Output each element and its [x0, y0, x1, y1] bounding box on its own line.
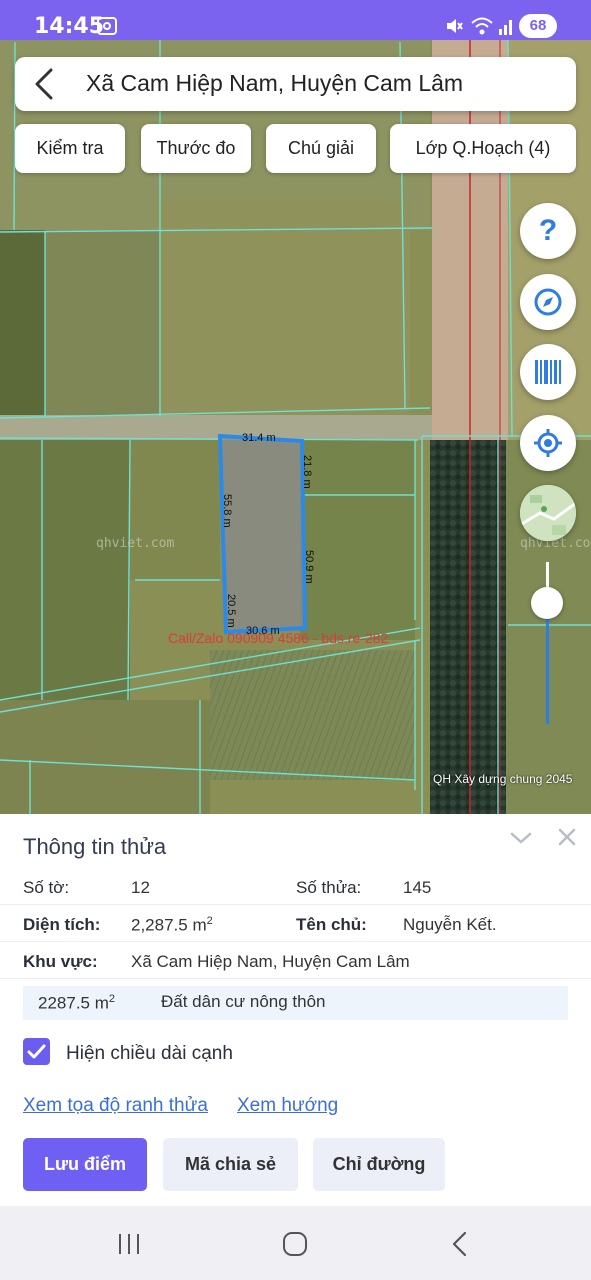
battery-indicator: 68: [519, 14, 557, 38]
show-edge-length-checkbox[interactable]: [23, 1038, 50, 1065]
dien-tich-label: Diện tích:: [23, 915, 101, 934]
dien-tich-value: 2,287.5 m2: [131, 915, 213, 935]
check-icon: [27, 1044, 46, 1059]
edge-label-right-upper: 21.8 m: [301, 455, 313, 489]
field: [160, 200, 410, 415]
share-code-button[interactable]: Mã chia sẻ: [163, 1138, 298, 1191]
khu-vuc-value: Xã Cam Hiệp Nam, Huyện Cam Lâm: [131, 952, 410, 971]
zoom-slider-fill: [546, 602, 549, 724]
view-direction-link[interactable]: Xem hướng: [237, 1095, 338, 1117]
so-thua-value: 145: [403, 878, 432, 897]
land-type: Đất dân cư nông thôn: [161, 992, 326, 1011]
back-arrow-icon[interactable]: [29, 67, 61, 101]
info-row: Khu vực: Xã Cam Hiệp Nam, Huyện Cam Lâm: [0, 942, 591, 979]
info-row: Diện tích: 2,287.5 m2 Tên chủ: Nguyễn Kế…: [0, 905, 591, 942]
wifi-icon: [471, 17, 493, 35]
barcode-button[interactable]: [520, 344, 576, 400]
field: [210, 650, 415, 780]
clock: 14:45: [34, 14, 105, 39]
edge-label-right-lower: 50.9 m: [303, 550, 315, 584]
tree-belt: [430, 440, 506, 814]
close-icon[interactable]: [556, 826, 578, 848]
signal-icon: [499, 20, 512, 35]
mute-icon: [447, 19, 463, 33]
home-icon[interactable]: [282, 1231, 308, 1257]
view-boundary-coords-link[interactable]: Xem tọa độ ranh thửa: [23, 1095, 208, 1117]
locate-button[interactable]: [520, 415, 576, 471]
field: [130, 440, 220, 580]
barcode-icon: [535, 360, 561, 384]
contact-watermark: Call/Zalo 090909 4586 - bds.re-282: [168, 630, 388, 646]
compass-button[interactable]: [520, 274, 576, 330]
chip-lop-quy-hoach[interactable]: Lớp Q.Hoạch (4): [390, 124, 576, 173]
map-thumbnail-icon: [520, 485, 576, 541]
help-button[interactable]: ?: [520, 203, 576, 259]
edge-label-left: 55.8 m: [221, 494, 233, 528]
info-row: Số tờ: 12 Số thửa: 145: [0, 868, 591, 905]
locate-icon: [534, 429, 562, 457]
back-icon[interactable]: [450, 1231, 470, 1257]
recent-apps-icon[interactable]: [116, 1232, 142, 1256]
field: [0, 230, 45, 420]
so-to-label: Số tờ:: [23, 878, 70, 897]
help-icon: ?: [538, 214, 558, 247]
chevron-down-icon[interactable]: [509, 828, 533, 848]
so-thua-label: Số thửa:: [296, 878, 362, 897]
chip-kiem-tra[interactable]: Kiểm tra: [15, 124, 125, 173]
edge-label-top: 31.4 m: [242, 432, 276, 444]
field: [300, 440, 415, 640]
land-area: 2287.5 m2: [38, 993, 116, 1013]
edge-label-left-lower: 20.5 m: [225, 594, 237, 628]
so-to-value: 12: [131, 878, 150, 897]
panel-title: Thông tin thửa: [23, 834, 167, 859]
ten-chu-value: Nguyễn Kết.: [403, 915, 497, 934]
base-map-thumbnail[interactable]: [520, 485, 576, 541]
land-use-box: 2287.5 m2 Đất dân cư nông thôn: [23, 986, 568, 1020]
save-point-button[interactable]: Lưu điểm: [23, 1138, 147, 1191]
search-header: Xã Cam Hiệp Nam, Huyện Cam Lâm: [15, 57, 576, 111]
khu-vuc-label: Khu vực:: [23, 952, 98, 971]
chip-thuoc-do[interactable]: Thước đo: [141, 124, 251, 173]
planning-layer-caption: QH Xây dựng chung 2045: [433, 772, 573, 786]
field: [0, 700, 210, 814]
ten-chu-label: Tên chủ:: [296, 915, 367, 934]
parcel-info-panel: Thông tin thửa Số tờ: 12 Số thửa: 145 Di…: [0, 814, 591, 1206]
chip-chu-giai[interactable]: Chú giải: [266, 124, 376, 173]
directions-button[interactable]: Chỉ đường: [313, 1138, 445, 1191]
screenshot-icon: [97, 17, 117, 35]
field: [45, 230, 160, 415]
checkbox-label[interactable]: Hiện chiều dài cạnh: [66, 1043, 233, 1065]
compass-icon: [534, 288, 562, 316]
watermark: qhviet.com: [96, 536, 174, 551]
system-nav-bar: [0, 1206, 591, 1280]
location-title[interactable]: Xã Cam Hiệp Nam, Huyện Cam Lâm: [86, 70, 463, 97]
zoom-slider-thumb[interactable]: [531, 586, 563, 619]
